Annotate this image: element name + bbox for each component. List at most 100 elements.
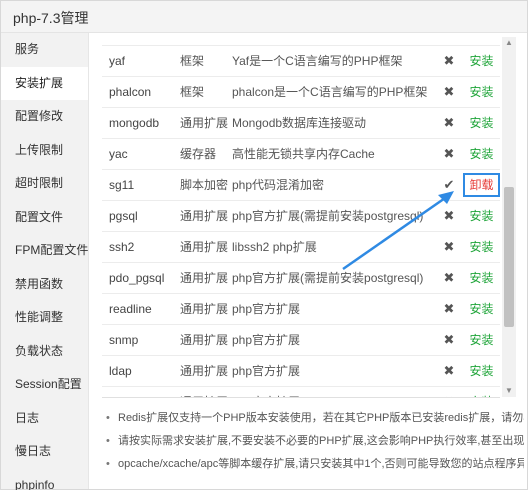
table-row: ldap 通用扩展 php官方扩展 ✖ 安装 [102,355,500,387]
extension-description: php官方扩展(需提前安装postgresql) [232,200,435,232]
table-row: mongodb 通用扩展 Mongodb数据库连接驱动 ✖ 安装 [102,107,500,139]
sidebar-item[interactable]: 负载状态 [1,335,88,369]
table-row: readline 通用扩展 php官方扩展 ✖ 安装 [102,293,500,325]
sidebar-item[interactable]: 上传限制 [1,134,88,168]
extension-description: libssh2 php扩展 [232,231,435,263]
install-button[interactable]: 安装 [469,240,493,254]
table-row: sg11 脚本加密 php代码混淆加密 ✔ 卸载 [102,169,500,201]
extension-description: phalcon是一个C语言编写的PHP框架 [232,76,435,108]
extension-name: readline [102,293,180,325]
window-title: php-7.3管理 [13,10,89,26]
sidebar-item[interactable]: 慢日志 [1,435,88,469]
extension-type: 通用扩展 [180,355,232,387]
extension-name: ldap [102,355,180,387]
cross-icon: ✖ [443,331,455,347]
sidebar-item[interactable]: 服务 [1,33,88,67]
install-button[interactable]: 安装 [469,209,493,223]
extension-name: yaf [102,45,180,77]
scroll-thumb[interactable] [504,187,514,327]
table-row: ssh2 通用扩展 libssh2 php扩展 ✖ 安装 [102,231,500,263]
extension-type: 通用扩展 [180,200,232,232]
table-row: recode通用扩展php官方扩展 ✖ 安装 [102,386,500,398]
note-item: opcache/xcache/apc等脚本缓存扩展,请只安装其中1个,否则可能导… [104,453,524,476]
extension-name: yac [102,138,180,170]
install-button[interactable]: 安装 [469,147,493,161]
scroll-up-icon[interactable]: ▲ [502,37,516,49]
extension-name: phalcon [102,76,180,108]
install-button[interactable]: 安装 [469,333,493,347]
cross-icon: ✖ [443,269,455,285]
extension-type: 框架 [180,76,232,108]
sidebar-item[interactable]: FPM配置文件 [1,234,88,268]
extension-type: 框架 [180,45,232,77]
install-button[interactable]: 安装 [469,395,493,397]
php-manager-window: php-7.3管理 服务 安装扩展 配置修改 上传限制 超时限制 配置文件 FPM配置文件禁… [0,0,528,490]
note-item: 请按实际需求安装扩展,不要安装不必要的PHP扩展,这会影响PHP执行效率,甚至出… [104,430,524,453]
table-row-partial [102,33,500,46]
sidebar-item[interactable]: 配置文件 [1,201,88,235]
table-row: snmp 通用扩展 php官方扩展 ✖ 安装 [102,324,500,356]
cross-icon: ✖ [443,207,455,223]
scroll-down-icon[interactable]: ▼ [502,385,516,397]
sidebar-item[interactable]: 日志 [1,402,88,436]
check-icon: ✔ [443,176,455,192]
install-button[interactable]: 安装 [469,116,493,130]
extensions-table: yaf 框架 Yaf是一个C语言编写的PHP框架 ✖ 安装 phalcon 框架 phalco… [102,33,500,398]
extension-description: php代码混淆加密 [232,169,435,201]
extension-description: Yaf是一个C语言编写的PHP框架 [232,45,435,77]
sidebar: 服务 安装扩展 配置修改 上传限制 超时限制 配置文件 FPM配置文件 禁用函数 性能调整 负载状… [1,33,89,490]
sidebar-item[interactable]: Session配置 [1,368,88,402]
install-button[interactable]: 安装 [469,271,493,285]
extension-description: php官方扩展 [232,386,435,397]
table-row: pgsql 通用扩展 php官方扩展(需提前安装postgresql) ✖ 安装 [102,200,500,232]
table-row: phalcon 框架 phalcon是一个C语言编写的PHP框架 ✖ 安装 [102,76,500,108]
main-content: yaf 框架 Yaf是一个C语言编写的PHP框架 ✖ 安装 phalcon 框架 phalco… [90,33,527,489]
extension-name: sg11 [102,169,180,201]
sidebar-item[interactable]: 超时限制 [1,167,88,201]
sidebar-item[interactable]: 安装扩展 [1,66,88,100]
cross-icon: ✖ [443,83,455,99]
extension-name: pgsql [102,200,180,232]
table-row: pdo_pgsql 通用扩展 php官方扩展(需提前安装postgresql) ✖ 安装 [102,262,500,294]
extension-name: snmp [102,324,180,356]
table-row: yaf 框架 Yaf是一个C语言编写的PHP框架 ✖ 安装 [102,45,500,77]
cross-icon: ✖ [443,300,455,316]
extension-name: ssh2 [102,231,180,263]
extension-description: php官方扩展(需提前安装postgresql) [232,262,435,294]
extension-type: 通用扩展 [180,324,232,356]
cross-icon: ✖ [443,114,455,130]
extension-type: 通用扩展 [180,386,232,397]
extension-type: 通用扩展 [180,231,232,263]
sidebar-item[interactable]: 性能调整 [1,301,88,335]
note-item: Redis扩展仅支持一个PHP版本安装使用，若在其它PHP版本已安装redis扩… [104,407,524,430]
extension-name: mongodb [102,107,180,139]
extension-description: php官方扩展 [232,293,435,325]
install-button[interactable]: 安装 [469,85,493,99]
extension-type: 缓存器 [180,138,232,170]
extension-type: 脚本加密 [180,169,232,201]
table-row: yac 缓存器 高性能无锁共享内存Cache ✖ 安装 [102,138,500,170]
sidebar-item[interactable]: 禁用函数 [1,268,88,302]
cross-icon: ✖ [443,362,455,378]
extension-type: 通用扩展 [180,293,232,325]
notes-list: Redis扩展仅支持一个PHP版本安装使用，若在其它PHP版本已安装redis扩… [104,407,524,476]
sidebar-item[interactable]: 配置修改 [1,100,88,134]
extension-type: 通用扩展 [180,262,232,294]
install-button[interactable]: 安装 [469,364,493,378]
extension-type: 通用扩展 [180,107,232,139]
cross-icon: ✖ [443,52,455,68]
cross-icon: ✖ [443,145,455,161]
cross-icon: ✖ [444,394,455,398]
extension-name: recode [102,386,180,397]
uninstall-button[interactable]: 卸载 [463,172,500,197]
install-button[interactable]: 安装 [469,302,493,316]
sidebar-item[interactable]: phpinfo [1,469,88,490]
extensions-table-wrap: yaf 框架 Yaf是一个C语言编写的PHP框架 ✖ 安装 phalcon 框架 phalco… [102,33,500,398]
extension-description: Mongodb数据库连接驱动 [232,107,435,139]
install-button[interactable]: 安装 [469,54,493,68]
titlebar: php-7.3管理 [1,1,527,33]
extension-description: php官方扩展 [232,324,435,356]
extension-description: php官方扩展 [232,355,435,387]
extension-name: pdo_pgsql [102,262,180,294]
table-scrollbar[interactable]: ▲ ▼ [502,37,516,397]
